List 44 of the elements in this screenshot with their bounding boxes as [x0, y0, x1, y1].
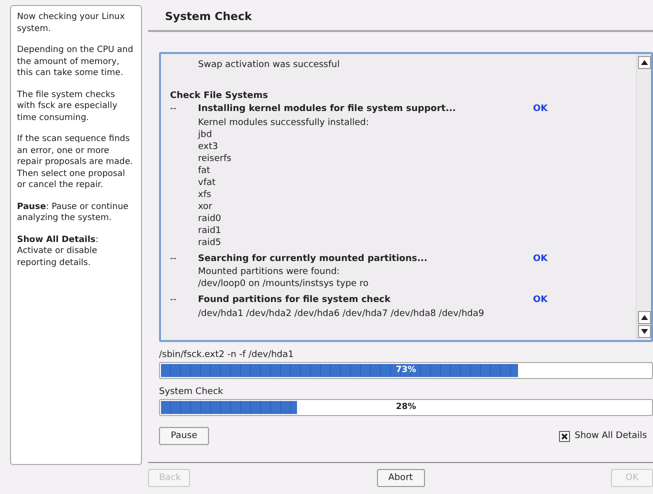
- scroll-down-icon[interactable]: [638, 325, 650, 338]
- checkbox-label[interactable]: Show All Details: [574, 431, 647, 441]
- scroll-up-icon[interactable]: [638, 311, 650, 324]
- progress-label: System Check: [159, 387, 224, 397]
- log-line: Swap activation was successful: [198, 60, 340, 70]
- log-line: /dev/loop0 on /mounts/instsys type ro: [198, 279, 368, 289]
- scroll-up-icon[interactable]: [638, 56, 650, 69]
- section-heading: Check File Systems: [170, 90, 269, 103]
- log-line: reiserfs: [198, 154, 232, 164]
- dialog-button[interactable]: Abort: [376, 468, 424, 486]
- log-line: Kernel modules successfully installed:: [198, 118, 369, 128]
- log-line: xfs: [198, 190, 212, 200]
- help-text: Show All Details: Activate or disable reporting details.: [17, 234, 100, 269]
- page-title: System Check: [148, 5, 653, 32]
- log-line: raid5: [198, 238, 222, 248]
- checkbox[interactable]: [558, 430, 570, 442]
- step-status: OK: [533, 252, 548, 265]
- progress-label: /sbin/fsck.ext2 -n -f /dev/hda1: [159, 350, 295, 360]
- log-line: ext3: [198, 142, 218, 152]
- help-text: If the scan sequence finds an error, one or more repair proposals are made. Then select one proposal or cancel the repair.: [17, 134, 134, 192]
- log-line: /dev/hda1 /dev/hda2 /dev/hda6 /dev/hda7 /dev/hda8 /dev/hda9: [198, 308, 484, 318]
- log-line: vfat: [198, 178, 216, 188]
- pause-button[interactable]: Pause: [159, 427, 209, 445]
- log-line: fat: [198, 166, 210, 176]
- help-text: Pause: Pause or continue analyzing the system.: [17, 202, 130, 224]
- log-line: raid1: [198, 226, 222, 236]
- step-marker: --: [170, 252, 178, 265]
- help-text: The file system checks with fsck are especially time consuming.: [17, 90, 118, 124]
- log-line: raid0: [198, 214, 222, 224]
- step-status: OK: [533, 294, 548, 306]
- scrollbar[interactable]: [636, 54, 651, 340]
- progress-reading: 28%: [394, 401, 418, 414]
- help-text: Depending on the CPU and the amount of memory, this can take some time.: [17, 45, 134, 80]
- help-text: Now checking your Linux system.: [17, 12, 126, 35]
- log-line: xor: [198, 202, 212, 212]
- step-marker: --: [170, 103, 178, 116]
- step-marker: --: [170, 294, 178, 306]
- step-title: Searching for currently mounted partitions...: [198, 252, 428, 265]
- step-title: Found partitions for file system check: [198, 294, 392, 306]
- progress-reading: 73%: [394, 364, 418, 377]
- log-line: jbd: [198, 130, 212, 140]
- log-line: Mounted partitions were found:: [198, 267, 340, 277]
- step-title: Installing kernel modules for file system support...: [198, 103, 457, 116]
- step-status: OK: [533, 103, 548, 116]
